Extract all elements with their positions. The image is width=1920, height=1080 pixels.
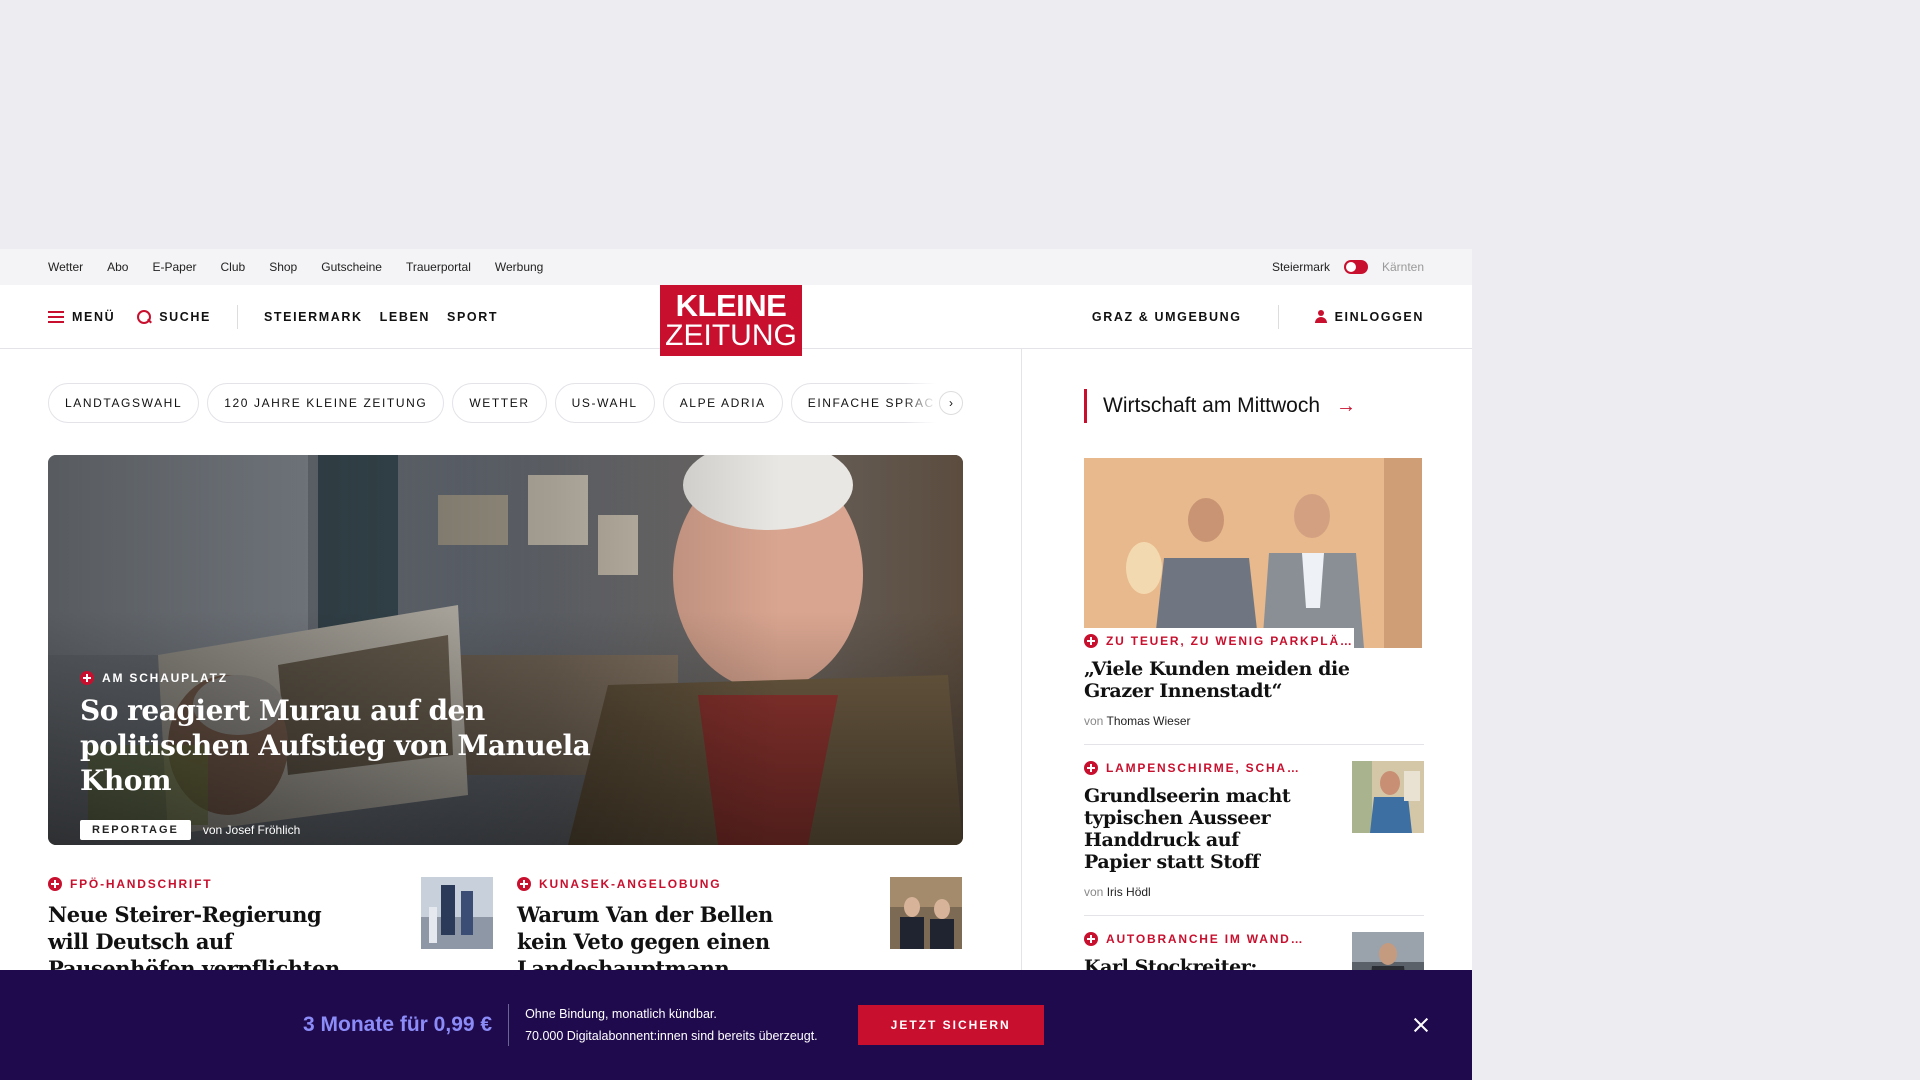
hamburger-icon [48, 310, 64, 323]
nav-sport[interactable]: SPORT [447, 310, 498, 324]
close-icon[interactable] [1410, 1014, 1432, 1036]
hero-kicker: AM SCHAUPLATZ [80, 671, 640, 685]
user-icon [1314, 310, 1327, 323]
offer-divider [508, 1004, 510, 1046]
hero-title[interactable]: So reagiert Murau auf den politischen Au… [80, 693, 640, 798]
plus-icon [1084, 932, 1098, 946]
utility-link-epaper[interactable]: E-Paper [152, 260, 196, 274]
search-button[interactable]: SUCHE [137, 309, 211, 324]
teaser-thumbnail[interactable] [890, 877, 962, 949]
teaser-kicker: KUNASEK-ANGELOBUNG [517, 877, 817, 891]
offer-line2: 70.000 Digitalabonnent:innen sind bereit… [525, 1029, 818, 1043]
teaser-thumbnail[interactable] [421, 877, 493, 949]
sidebar-article-kicker: LAMPENSCHIRME, SCHA… [1084, 761, 1306, 775]
header-right: GRAZ & UMGEBUNG EINLOGGEN [1092, 304, 1424, 329]
offer-price: 3 Monate für 0,99 € [303, 1013, 493, 1036]
sidebar-lead-kicker-label: ZU TEUER, ZU WENIG PARKPLÄ… [1106, 634, 1354, 648]
hero-kicker-label: AM SCHAUPLATZ [102, 671, 228, 685]
sidebar-lead-image[interactable]: ZU TEUER, ZU WENIG PARKPLÄ… [1084, 458, 1422, 648]
offer-info: Ohne Bindung, monatlich kündbar. 70.000 … [525, 1003, 818, 1047]
sidebar-lead-title[interactable]: „Viele Kunden meiden die Grazer Innensta… [1084, 658, 1424, 702]
region-kaernten[interactable]: Kärnten [1382, 260, 1424, 274]
utility-link-werbung[interactable]: Werbung [495, 260, 543, 274]
teaser-kicker-label: FPÖ-HANDSCHRIFT [70, 877, 213, 891]
header-left: MENÜ SUCHE STEIERMARK LEBEN SPORT [48, 304, 498, 329]
utility-links: Wetter Abo E-Paper Club Shop Gutscheine … [48, 260, 543, 274]
sidebar-article-thumbnail[interactable] [1352, 761, 1424, 833]
topic-chips: LANDTAGSWAHL 120 JAHRE KLEINE ZEITUNG WE… [48, 383, 963, 423]
header-divider-right [1277, 304, 1279, 329]
teaser-image [890, 877, 962, 949]
sidebar-article-title[interactable]: Grundlseerin macht typischen Ausseer Han… [1084, 785, 1306, 873]
sidebar-article-kicker: AUTOBRANCHE IM WAND… [1084, 932, 1306, 946]
offer-line1: Ohne Bindung, monatlich kündbar. [525, 1007, 717, 1021]
chip-wetter[interactable]: WETTER [452, 383, 547, 423]
search-icon [137, 309, 152, 324]
subscription-offer-bar: 3 Monate für 0,99 € Ohne Bindung, monatl… [0, 970, 1472, 1080]
chip-landtagswahl[interactable]: LANDTAGSWAHL [48, 383, 200, 423]
utility-link-shop[interactable]: Shop [269, 260, 297, 274]
sidebar-heading[interactable]: Wirtschaft am Mittwoch → [1084, 389, 1424, 423]
sidebar-heading-label: Wirtschaft am Mittwoch [1103, 394, 1321, 417]
byline-author: Iris Hödl [1106, 885, 1151, 899]
hero-article[interactable]: AM SCHAUPLATZ So reagiert Murau auf den … [48, 455, 963, 845]
sidebar-article-image [1352, 761, 1424, 833]
sidebar-article-byline: von Iris Hödl [1084, 885, 1306, 899]
utility-link-trauerportal[interactable]: Trauerportal [406, 260, 471, 274]
hero-badge: REPORTAGE [80, 820, 191, 840]
teaser-image [421, 877, 493, 949]
sidebar-article[interactable]: LAMPENSCHIRME, SCHA… Grundlseerin macht … [1084, 744, 1424, 899]
utility-link-club[interactable]: Club [221, 260, 246, 274]
region-switch: Steiermark Kärnten [1272, 260, 1424, 274]
ad-space [0, 0, 1920, 249]
search-label: SUCHE [159, 309, 211, 324]
site: Wetter Abo E-Paper Club Shop Gutscheine … [0, 249, 1472, 1080]
plus-icon [1084, 634, 1098, 648]
header-divider [236, 304, 238, 329]
menu-button[interactable]: MENÜ [48, 310, 115, 324]
plus-icon [48, 877, 62, 891]
plus-icon [1084, 761, 1098, 775]
utility-bar: Wetter Abo E-Paper Club Shop Gutscheine … [0, 249, 1472, 285]
sidebar-article-text: LAMPENSCHIRME, SCHA… Grundlseerin macht … [1084, 761, 1306, 899]
utility-link-wetter[interactable]: Wetter [48, 260, 83, 274]
byline-author: Thomas Wieser [1106, 714, 1191, 728]
byline-prefix: von [1084, 885, 1104, 899]
region-link[interactable]: GRAZ & UMGEBUNG [1092, 310, 1242, 324]
chips-fade: › [903, 383, 963, 423]
plus-icon [517, 877, 531, 891]
sidebar-lead-photo [1084, 458, 1422, 648]
utility-link-gutscheine[interactable]: Gutscheine [321, 260, 382, 274]
hero-author: von Josef Fröhlich [202, 823, 301, 837]
login-button[interactable]: EINLOGGEN [1314, 309, 1424, 324]
site-logo[interactable]: KLEINE ZEITUNG [660, 285, 802, 356]
sidebar-lead-byline: von Thomas Wieser [1084, 714, 1424, 728]
chip-alpe-adria[interactable]: ALPE ADRIA [662, 383, 783, 423]
login-label: EINLOGGEN [1334, 309, 1424, 324]
menu-label: MENÜ [72, 309, 116, 324]
logo-line1: KLEINE [675, 288, 787, 323]
teaser-kicker: FPÖ-HANDSCHRIFT [48, 877, 348, 891]
hero-text: AM SCHAUPLATZ So reagiert Murau auf den … [80, 671, 640, 840]
logo-line2: ZEITUNG [665, 319, 797, 352]
sidebar-lead-kicker: ZU TEUER, ZU WENIG PARKPLÄ… [1084, 628, 1354, 648]
byline-prefix: von [1084, 714, 1104, 728]
chevron-right-icon[interactable]: › [939, 391, 963, 415]
sidebar-article-kicker-label: AUTOBRANCHE IM WAND… [1106, 932, 1305, 946]
utility-link-abo[interactable]: Abo [107, 260, 128, 274]
nav-leben[interactable]: LEBEN [380, 310, 430, 324]
nav-steiermark[interactable]: STEIERMARK [264, 310, 363, 324]
chip-120-jahre[interactable]: 120 JAHRE KLEINE ZEITUNG [207, 383, 445, 423]
chip-us-wahl[interactable]: US-WAHL [554, 383, 655, 423]
region-steiermark[interactable]: Steiermark [1272, 260, 1330, 274]
teaser-kicker-label: KUNASEK-ANGELOBUNG [539, 877, 722, 891]
offer-cta-button[interactable]: JETZT SICHERN [857, 1005, 1044, 1045]
region-toggle[interactable] [1343, 260, 1368, 274]
main-header: MENÜ SUCHE STEIERMARK LEBEN SPORT KLEINE… [0, 285, 1472, 356]
arrow-right-icon: → [1336, 394, 1357, 417]
sidebar-article-kicker-label: LAMPENSCHIRME, SCHA… [1106, 761, 1301, 775]
main-nav: STEIERMARK LEBEN SPORT [264, 310, 498, 324]
plus-icon [80, 671, 94, 685]
hero-meta: REPORTAGE von Josef Fröhlich [80, 820, 640, 840]
